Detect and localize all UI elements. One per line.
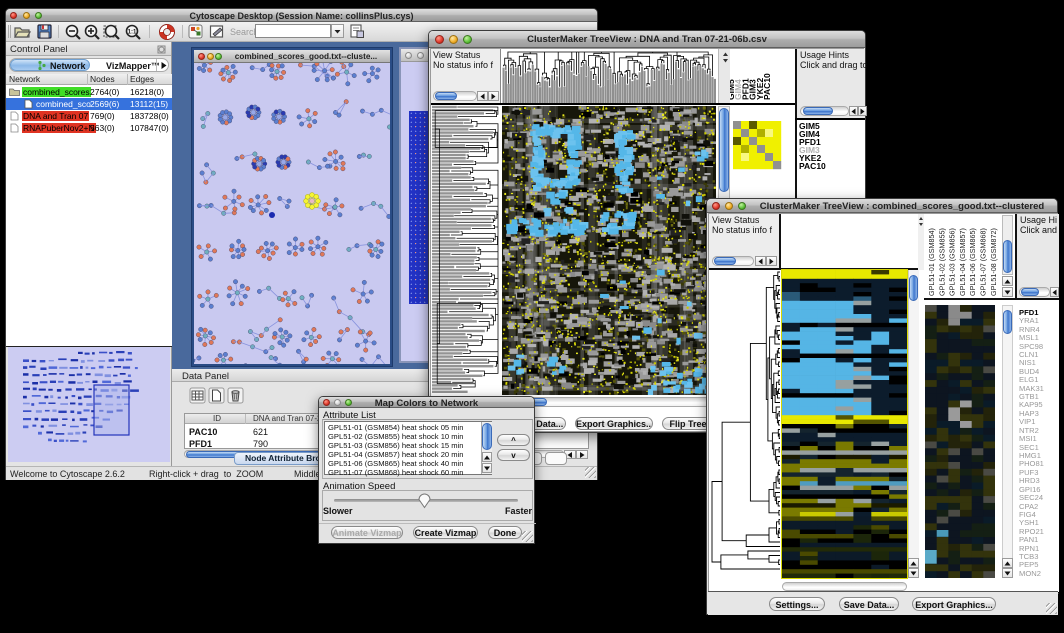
svg-text:GPL51-08 (GSM872): GPL51-08 (GSM872): [989, 228, 998, 296]
svg-text:1:1: 1:1: [128, 30, 137, 36]
svg-text:GPL51-01 (GSM854): GPL51-01 (GSM854): [927, 228, 936, 296]
svg-text:GPL51-06 (GSM865): GPL51-06 (GSM865): [968, 228, 977, 296]
svg-text:GPL51-02 (GSM855): GPL51-02 (GSM855): [937, 228, 946, 296]
svg-text:GPL51-04 (GSM857): GPL51-04 (GSM857): [958, 228, 967, 296]
svg-text:GPL51-07 (GSM868): GPL51-07 (GSM868): [979, 228, 988, 296]
svg-text:GPL51-03 (GSM856): GPL51-03 (GSM856): [948, 228, 957, 296]
svg-text:PAC10: PAC10: [762, 73, 772, 100]
